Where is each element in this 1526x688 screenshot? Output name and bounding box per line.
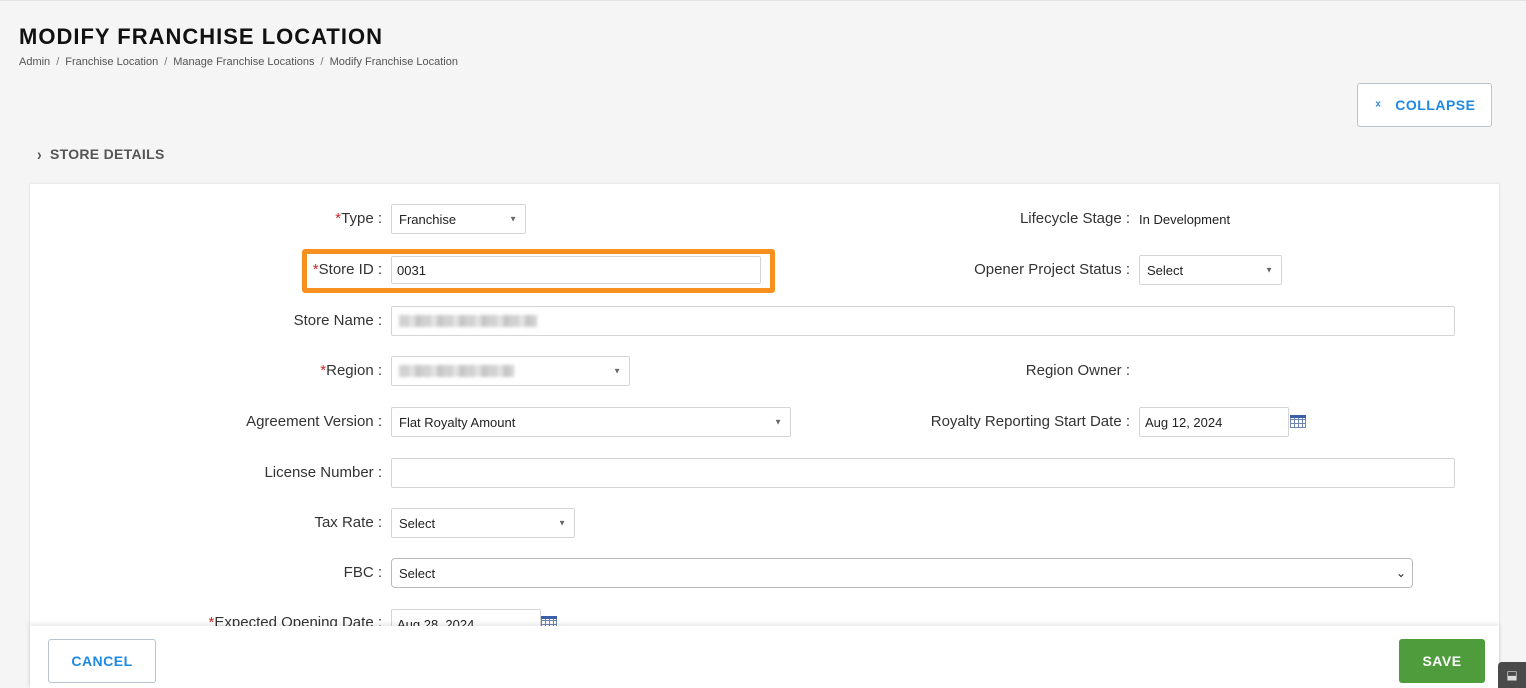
store-id-value: 0031 [397,262,426,278]
agreement-version-value: Flat Royalty Amount [399,414,516,430]
section-toggle-store-details[interactable]: › STORE DETAILS [37,144,165,164]
chevron-right-icon: › [37,144,42,164]
action-bar: CANCEL SAVE [30,626,1499,688]
license-number-label: License Number : [264,464,382,481]
chevron-down-icon: ⌄ [1395,566,1406,580]
redacted-store-name [399,315,537,327]
collapse-button[interactable]: ⌄ ⌃ COLLAPSE [1357,83,1492,127]
store-name-input[interactable] [391,306,1455,336]
store-details-panel: *Type : Franchise ▼ Lifecycle Stage : In… [30,184,1499,688]
lifecycle-stage-value: In Development [1139,212,1231,227]
redacted-region [399,365,514,377]
top-divider [0,0,1526,1]
breadcrumb-separator: / [164,56,168,68]
section-title: STORE DETAILS [49,146,165,162]
breadcrumb-item-franchise-location[interactable]: Franchise Location [65,56,158,68]
store-name-label: Store Name : [293,312,382,329]
collapse-button-label: COLLAPSE [1395,97,1476,113]
type-select-value: Franchise [399,211,457,227]
royalty-reporting-start-date-value: Aug 12, 2024 [1145,414,1223,430]
breadcrumb-separator: / [56,56,60,68]
caret-down-icon: ▼ [509,214,517,224]
caret-down-icon: ▼ [1265,265,1273,275]
tax-rate-select[interactable]: Select ▼ [391,508,575,538]
tax-rate-value: Select [399,515,436,531]
caret-down-icon: ▼ [558,518,566,528]
type-select[interactable]: Franchise ▼ [391,204,526,234]
calendar-icon[interactable] [1290,415,1306,428]
license-number-input[interactable] [391,458,1455,488]
agreement-version-select[interactable]: Flat Royalty Amount ▼ [391,407,791,437]
caret-down-icon: ▼ [613,366,621,376]
fbc-label: FBC : [343,564,382,581]
opener-project-status-label: Opener Project Status : [974,261,1130,278]
page-title: MODIFY FRANCHISE LOCATION [19,24,383,49]
fbc-value: Select [399,565,436,581]
save-button[interactable]: SAVE [1399,639,1485,683]
tax-rate-label: Tax Rate : [314,514,382,531]
region-select[interactable]: ▼ [391,356,630,386]
royalty-reporting-start-date-label: Royalty Reporting Start Date : [930,413,1130,430]
opener-project-status-select[interactable]: Select ▼ [1139,255,1282,285]
breadcrumb-item-current: Modify Franchise Location [329,56,458,68]
breadcrumb-item-admin[interactable]: Admin [19,56,50,68]
royalty-reporting-start-date-input[interactable]: Aug 12, 2024 [1139,407,1289,437]
collapse-chevrons-icon: ⌄ ⌃ [1373,95,1384,115]
lifecycle-stage-label: Lifecycle Stage : [1019,210,1130,227]
fbc-select[interactable]: Select ⌄ [391,558,1413,588]
cancel-button[interactable]: CANCEL [48,639,156,683]
agreement-version-label: Agreement Version : [246,413,382,430]
opener-project-status-value: Select [1147,262,1184,278]
type-label: *Type : [335,210,382,227]
caret-down-icon: ▼ [774,417,782,427]
store-id-input[interactable]: 0031 [391,256,761,284]
breadcrumb: Admin / Franchise Location / Manage Fran… [19,56,458,68]
region-owner-label: Region Owner : [1025,362,1130,379]
breadcrumb-item-manage-franchise-locations[interactable]: Manage Franchise Locations [173,56,314,68]
breadcrumb-separator: / [320,56,324,68]
store-id-label: *Store ID : [312,261,382,278]
corner-widget-icon[interactable]: ⬓ [1498,662,1526,688]
region-label: *Region : [320,362,382,379]
